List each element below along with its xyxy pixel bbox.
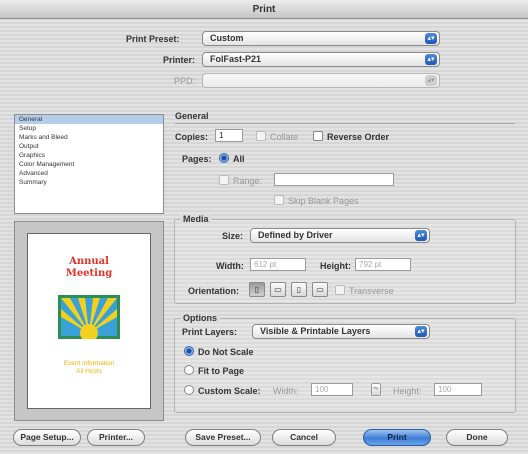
orientation-label: Orientation:: [188, 286, 239, 296]
window-title-bar: Print: [0, 0, 528, 19]
fit-to-page-label: Fit to Page: [198, 366, 245, 376]
done-button[interactable]: Done: [446, 429, 508, 446]
range-checkbox[interactable]: [219, 175, 229, 185]
range-label: Range:: [233, 176, 263, 186]
ppd-popup[interactable]: ▴▾: [202, 73, 440, 88]
size-value: Defined by Driver: [258, 230, 333, 240]
popup-arrows-icon: ▴▾: [425, 33, 437, 44]
popup-arrows-icon: ▴▾: [425, 75, 437, 86]
media-height-label: Height:: [320, 261, 351, 271]
sidebar-item-setup[interactable]: Setup: [15, 124, 163, 133]
reverse-order-label: Reverse Order: [327, 132, 390, 142]
preview-title-line1: Annual: [69, 256, 109, 267]
size-label: Size:: [222, 231, 244, 241]
pages-all-label: All: [233, 154, 245, 164]
printer-value: FolFast-P21: [210, 54, 262, 64]
sidebar-item-summary[interactable]: Summary: [15, 178, 163, 187]
window-title: Print: [252, 4, 276, 15]
options-section-title: Options: [180, 313, 220, 323]
reverse-order-checkbox[interactable]: [313, 131, 323, 141]
print-layers-popup[interactable]: Visible & Printable Layers ▴▾: [252, 324, 430, 339]
sidebar-item-advanced[interactable]: Advanced: [15, 169, 163, 178]
skip-blank-pages-checkbox[interactable]: [274, 195, 284, 205]
preview-sunburst-image: [58, 295, 120, 339]
preview-title: Annual Meeting: [28, 256, 150, 280]
orientation-landscape-icon[interactable]: ▭: [270, 282, 286, 297]
range-input[interactable]: [274, 173, 394, 186]
scale-height-label: Height:: [393, 386, 422, 396]
constrain-proportions-icon[interactable]: ⇋: [371, 383, 381, 396]
save-preset-button[interactable]: Save Preset...: [185, 429, 261, 446]
print-preset-popup[interactable]: Custom ▴▾: [202, 31, 440, 46]
panel-list: General Setup Marks and Bleed Output Graphic…: [14, 114, 164, 214]
orientation-reverse-landscape-icon[interactable]: ▭: [312, 282, 328, 297]
custom-scale-radio[interactable]: [184, 385, 194, 395]
sidebar-item-general[interactable]: General: [15, 115, 163, 124]
print-button[interactable]: Print: [363, 429, 431, 446]
sidebar-item-color-management[interactable]: Color Management: [15, 160, 163, 169]
preview-footer: Event information All Hosts: [28, 360, 150, 376]
printer-button[interactable]: Printer...: [87, 429, 145, 446]
scale-height-input[interactable]: 100: [434, 383, 482, 396]
skip-blank-pages-label: Skip Blank Pages: [288, 196, 359, 206]
orientation-portrait-icon[interactable]: ▯: [249, 282, 265, 297]
fit-to-page-radio[interactable]: [184, 365, 194, 375]
scale-width-label: Width:: [273, 386, 299, 396]
page-setup-button[interactable]: Page Setup...: [13, 429, 81, 446]
popup-arrows-icon: ▴▾: [415, 326, 427, 337]
printer-label: Printer:: [163, 55, 196, 65]
general-divider: [175, 123, 515, 124]
media-width-input[interactable]: 612 pt: [250, 258, 306, 271]
print-layers-value: Visible & Printable Layers: [260, 326, 371, 336]
media-height-input[interactable]: 792 pt: [355, 258, 411, 271]
preview-footer-line2: All Hosts: [76, 368, 102, 375]
print-preset-value: Custom: [210, 33, 244, 43]
custom-scale-label: Custom Scale:: [198, 386, 261, 396]
preview-footer-line1: Event information: [63, 360, 115, 367]
print-layers-label: Print Layers:: [182, 327, 238, 337]
pages-label: Pages:: [182, 154, 212, 164]
collate-checkbox[interactable]: [256, 131, 266, 141]
scale-width-input[interactable]: 100: [311, 383, 353, 396]
do-not-scale-label: Do Not Scale: [198, 347, 254, 357]
sidebar-item-output[interactable]: Output: [15, 142, 163, 151]
media-section-title: Media: [180, 214, 212, 224]
do-not-scale-radio[interactable]: [184, 346, 194, 356]
collate-label: Collate: [270, 132, 299, 142]
printer-popup[interactable]: FolFast-P21 ▴▾: [202, 52, 440, 67]
preview-title-line2: Meeting: [65, 268, 113, 279]
cancel-button[interactable]: Cancel: [272, 429, 336, 446]
popup-arrows-icon: ▴▾: [415, 230, 427, 241]
popup-arrows-icon: ▴▾: [425, 54, 437, 65]
size-popup[interactable]: Defined by Driver ▴▾: [250, 228, 430, 243]
sidebar-item-marks-and-bleed[interactable]: Marks and Bleed: [15, 133, 163, 142]
sidebar-item-graphics[interactable]: Graphics: [15, 151, 163, 160]
copies-label: Copies:: [175, 132, 209, 142]
ppd-label: PPD:: [174, 76, 196, 86]
general-section-title: General: [175, 111, 209, 121]
media-width-label: Width:: [216, 261, 244, 271]
transverse-label: Transverse: [349, 286, 394, 296]
copies-input[interactable]: 1: [215, 129, 243, 142]
orientation-reverse-portrait-icon[interactable]: ▯: [291, 282, 307, 297]
print-preview-page: Annual Meeting Event information All Hos…: [27, 233, 151, 409]
transverse-checkbox[interactable]: [335, 285, 345, 295]
pages-all-radio[interactable]: [219, 153, 229, 163]
print-preset-label: Print Preset:: [126, 34, 180, 44]
